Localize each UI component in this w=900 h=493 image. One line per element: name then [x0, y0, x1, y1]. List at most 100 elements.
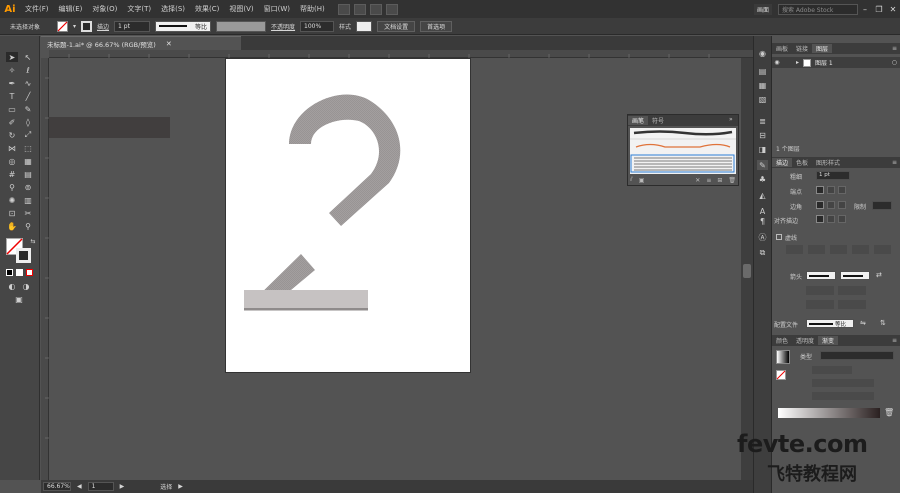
symbols-icon[interactable]: ♣: [757, 174, 768, 184]
opentype-icon[interactable]: Ⓐ: [757, 232, 768, 242]
scrollbar-thumb[interactable]: [743, 264, 751, 278]
swap-colors-icon[interactable]: ⇆: [27, 236, 39, 246]
horizontal-ruler[interactable]: [49, 50, 753, 58]
flip-profile-icon[interactable]: ⇋: [860, 319, 866, 327]
tab-stroke[interactable]: 描边: [772, 158, 793, 167]
flip-profile-vertical-icon[interactable]: ⇅: [880, 319, 886, 327]
fill-dropdown-icon[interactable]: ▾: [73, 23, 76, 30]
brushes-icon[interactable]: ✎: [757, 160, 768, 170]
blend-tool-icon[interactable]: ⊚: [22, 182, 34, 192]
menu-object[interactable]: 对象(O): [87, 4, 122, 14]
bridge-button[interactable]: [337, 3, 350, 15]
magic-wand-tool-icon[interactable]: ✧: [6, 65, 18, 75]
brush-library-icon[interactable]: ⫽: [630, 176, 633, 184]
status-tool-label[interactable]: 选择: [160, 482, 172, 491]
tab-gradient[interactable]: 渐变: [818, 336, 839, 345]
layers-panel-menu-icon[interactable]: ≡: [888, 45, 900, 52]
image-trace-icon[interactable]: ▧: [757, 94, 768, 104]
type-tool-icon[interactable]: T: [6, 91, 18, 101]
slice-tool-icon[interactable]: ✂: [22, 208, 34, 218]
export-icon[interactable]: ⧉: [757, 248, 768, 258]
opacity-input[interactable]: 100%: [300, 20, 335, 32]
brush-panel-collapse-icon[interactable]: »: [729, 116, 733, 123]
column-graph-tool-icon[interactable]: ▥: [22, 195, 34, 205]
shape-builder-tool-icon[interactable]: ◎: [6, 156, 18, 166]
weight-input[interactable]: 1 pt: [816, 171, 850, 180]
new-brush-icon[interactable]: ⊞: [717, 177, 722, 184]
stroke-panel-menu-icon[interactable]: ≡: [888, 159, 900, 166]
lasso-tool-icon[interactable]: ℓ: [22, 65, 34, 75]
remove-brush-stroke-icon[interactable]: ✕: [695, 177, 700, 184]
bevel-join-icon[interactable]: [838, 201, 846, 209]
selection-tool-icon[interactable]: ➤: [6, 52, 18, 62]
draw-inside-icon[interactable]: ◑: [20, 281, 32, 291]
gradient-panel-menu-icon[interactable]: ≡: [888, 337, 900, 344]
stroke-swatch[interactable]: [81, 20, 93, 32]
arrange-documents-button[interactable]: [369, 3, 382, 15]
gradient-type-select[interactable]: [820, 351, 894, 360]
vertical-ruler[interactable]: [41, 58, 49, 480]
last-artboard-icon[interactable]: ▶: [120, 483, 125, 490]
swap-arrowheads-icon[interactable]: ⇄: [876, 271, 882, 279]
opacity-label[interactable]: 不透明度: [271, 22, 295, 31]
gradient-tool-icon[interactable]: ▤: [22, 169, 34, 179]
stock-search-input[interactable]: 搜索 Adobe Stock: [778, 3, 858, 15]
stroke-weight-input[interactable]: 1 pt: [114, 20, 151, 32]
round-cap-icon[interactable]: [827, 186, 835, 194]
pen-tool-icon[interactable]: ✒: [6, 78, 18, 88]
shaper-tool-icon[interactable]: ✐: [6, 117, 18, 127]
graphic-styles-icon[interactable]: ◭: [757, 190, 768, 200]
hand-tool-icon[interactable]: ✋: [6, 221, 18, 231]
graphic-style-swatch[interactable]: [356, 20, 373, 32]
color-mode-icon[interactable]: [16, 269, 23, 276]
line-tool-icon[interactable]: ╱: [22, 91, 34, 101]
layer-row[interactable]: ◉ ▸ 图层 1 ○: [772, 57, 900, 68]
zoom-tool-icon[interactable]: ⚲: [22, 221, 34, 231]
brush-preview-list[interactable]: [630, 128, 736, 174]
tab-brushes[interactable]: 画笔: [628, 116, 649, 125]
document-tab[interactable]: 未标题-1.ai* @ 66.67% (RGB/预览) ✕: [41, 36, 241, 50]
tab-links[interactable]: 链接: [792, 44, 812, 53]
screen-mode-icon[interactable]: ▣: [13, 294, 25, 304]
tab-color[interactable]: 颜色: [772, 336, 792, 345]
menu-effect[interactable]: 效果(C): [190, 4, 224, 14]
align-icon[interactable]: ≣: [757, 116, 768, 126]
stroke-color-box[interactable]: [16, 248, 31, 263]
tab-symbols[interactable]: 符号: [648, 116, 668, 125]
mesh-tool-icon[interactable]: #: [6, 169, 18, 179]
tab-graphic-styles[interactable]: 图形样式: [812, 158, 844, 167]
gradient-thumbnail[interactable]: [776, 350, 790, 364]
default-colors-icon[interactable]: [6, 269, 13, 276]
minimize-icon[interactable]: –: [858, 5, 872, 14]
gradient-delete-stop-icon[interactable]: 🗑: [884, 408, 894, 417]
restore-icon[interactable]: ❐: [872, 5, 886, 14]
curvature-tool-icon[interactable]: ∿: [22, 78, 34, 88]
delete-brush-icon[interactable]: 🗑: [728, 177, 736, 184]
close-icon[interactable]: ✕: [886, 5, 900, 14]
eyedropper-tool-icon[interactable]: ⚲: [6, 182, 18, 192]
menu-view[interactable]: 视图(V): [224, 4, 258, 14]
layer-name[interactable]: 图层 1: [815, 58, 833, 67]
preferences-button[interactable]: 首选项: [420, 20, 453, 32]
pathfinder-icon[interactable]: ◨: [757, 144, 768, 154]
dashed-line-checkbox[interactable]: [776, 234, 782, 240]
projecting-cap-icon[interactable]: [838, 186, 846, 194]
align-outside-icon[interactable]: [838, 215, 846, 223]
limit-input[interactable]: [872, 201, 892, 210]
direct-selection-tool-icon[interactable]: ↖: [22, 52, 34, 62]
tab-artboards[interactable]: 画板: [772, 44, 792, 53]
perspective-grid-tool-icon[interactable]: ▦: [22, 156, 34, 166]
menu-type[interactable]: 文字(T): [122, 4, 156, 14]
properties-icon[interactable]: ▦: [757, 80, 768, 90]
menu-help[interactable]: 帮助(H): [295, 4, 330, 14]
eraser-tool-icon[interactable]: ◊: [22, 117, 34, 127]
free-transform-tool-icon[interactable]: ⬚: [22, 143, 34, 153]
layer-target-icon[interactable]: ○: [892, 59, 897, 66]
align-inside-icon[interactable]: [827, 215, 835, 223]
brush-libraries-menu-icon[interactable]: ▣: [639, 177, 645, 184]
stroke-label[interactable]: 描边: [97, 22, 109, 31]
scale-tool-icon[interactable]: ⤢: [22, 130, 34, 140]
width-tool-icon[interactable]: ⋈: [6, 143, 18, 153]
color-guide-icon[interactable]: ◉: [757, 48, 768, 58]
brush-definition-select[interactable]: [216, 20, 267, 32]
